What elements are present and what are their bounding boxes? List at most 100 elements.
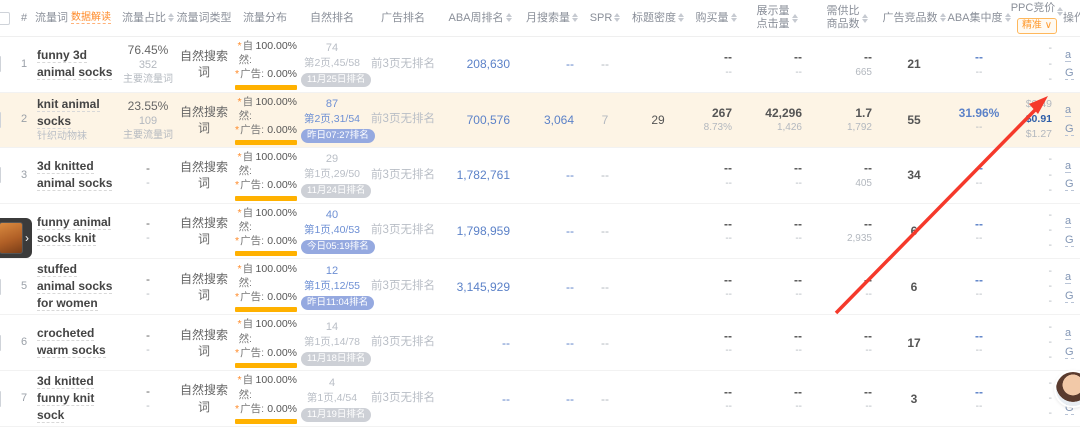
traffic-type: 自然搜索词 (176, 213, 232, 249)
keyword-link[interactable]: stuffed animal socks for women (37, 262, 112, 311)
google-trends-link[interactable]: G (1065, 346, 1074, 359)
sort-icon[interactable] (940, 13, 946, 22)
google-trends-link[interactable]: G (1065, 178, 1074, 191)
rank-time-badge: 11月24日排名 (301, 184, 371, 198)
dist-ad-label: *广告: (235, 178, 264, 192)
col-supply-demand[interactable]: 需供比商品数 (812, 3, 882, 32)
amazon-search-link[interactable]: a (1065, 49, 1071, 62)
ad-competitor-count: 17 (882, 333, 946, 353)
share-percent: 23.55% (123, 98, 173, 114)
row-index: 7 (14, 389, 34, 408)
row-checkbox[interactable] (0, 56, 1, 72)
col-purchase[interactable]: 购买量 (690, 10, 742, 27)
col-title-density[interactable]: 标题密度 (626, 10, 690, 27)
keyword-link[interactable]: 3d knitted funny knit sock (37, 374, 94, 423)
row-index: 6 (14, 333, 34, 352)
rank-page: 第1页,14/78 (301, 335, 363, 349)
ppc-exact-filter-dropdown[interactable]: 精准 ∨ (1017, 18, 1057, 34)
share-percent: - (123, 215, 173, 231)
keyword-link[interactable]: funny animal socks knit (37, 215, 111, 247)
select-all-checkbox[interactable] (0, 12, 10, 25)
keyword-link[interactable]: crocheted warm socks (37, 326, 106, 358)
title-density (626, 229, 690, 233)
col-spr-label: SPR (590, 12, 613, 25)
sort-icon[interactable] (1005, 13, 1011, 22)
impressions: 42,296 (745, 105, 802, 121)
traffic-distribution-cell: *自然:100.00% *广告:0.00% (232, 204, 298, 259)
rank-number: 40 (301, 208, 363, 223)
col-aba-rank[interactable]: ABA周排名 (440, 10, 520, 27)
share-count: 352 (123, 58, 173, 73)
spr-value: 7 (584, 110, 626, 130)
amazon-search-link[interactable]: a (1065, 327, 1071, 340)
purchase-count: 267 (693, 105, 732, 121)
ppc-high: - (1015, 294, 1052, 309)
impressions: -- (745, 49, 802, 65)
sort-icon[interactable] (731, 13, 737, 22)
table-row: 4 funny animal socks knit - - 自然搜索词 *自然:… (0, 204, 1080, 260)
keyword-link[interactable]: knit animal socks (37, 97, 100, 129)
traffic-share-cell: - - (120, 381, 176, 416)
sort-icon[interactable] (678, 13, 684, 22)
sort-icon[interactable] (862, 14, 868, 23)
header-checkbox-cell (0, 10, 14, 27)
concentration-sub: -- (949, 121, 1009, 135)
ad-competitor-count: 6 (882, 221, 946, 241)
col-spr[interactable]: SPR (584, 10, 626, 27)
row-checkbox[interactable] (0, 279, 1, 295)
ppc-low: - (1015, 264, 1052, 279)
sort-icon[interactable] (792, 14, 798, 23)
sort-icon[interactable] (614, 13, 620, 22)
google-trends-link[interactable]: G (1065, 290, 1074, 303)
aba-weekly-rank-link[interactable]: 1,798,959 (440, 221, 520, 241)
sort-icon[interactable] (506, 13, 512, 22)
sort-icon[interactable] (572, 13, 578, 22)
col-ppc-bid[interactable]: PPC竞价 精准 ∨ (1012, 0, 1062, 36)
title-density (626, 341, 690, 345)
share-percent: - (123, 383, 173, 399)
supply-demand-cell: 1.7 1,792 (812, 103, 882, 137)
aba-weekly-rank-link[interactable]: 3,145,929 (440, 277, 520, 297)
keyword-link[interactable]: 3d knitted animal socks (37, 159, 112, 191)
amazon-search-link[interactable]: a (1065, 271, 1071, 284)
amazon-search-link[interactable]: a (1065, 104, 1071, 117)
google-trends-link[interactable]: G (1065, 67, 1074, 80)
aba-weekly-rank-link[interactable]: 1,782,761 (440, 165, 520, 185)
aba-weekly-rank-link[interactable]: 700,576 (440, 110, 520, 130)
row-checkbox[interactable] (0, 335, 1, 351)
sort-icon[interactable] (168, 13, 174, 22)
keyword-link[interactable]: funny 3d animal socks (37, 48, 112, 80)
row-checkbox[interactable] (0, 112, 1, 128)
google-trends-link[interactable]: G (1065, 234, 1074, 247)
row-checkbox[interactable] (0, 391, 1, 407)
col-ad-competitors[interactable]: 广告竞品数 (882, 10, 946, 27)
google-trends-link[interactable]: G (1065, 123, 1074, 136)
purchase-cell: -- -- (690, 47, 742, 81)
amazon-search-link[interactable]: a (1065, 215, 1071, 228)
distribution-bar (235, 307, 297, 312)
data-insight-link[interactable]: 数据解读 (71, 12, 111, 25)
ppc-bid-cell: - - - (1012, 39, 1062, 89)
clicks: -- (745, 232, 802, 246)
aba-weekly-rank-link[interactable]: 208,630 (440, 54, 520, 74)
col-monthly-search[interactable]: 月搜索量 (520, 10, 584, 27)
row-checkbox[interactable] (0, 167, 1, 183)
aba-weekly-rank-link[interactable]: -- (440, 389, 520, 409)
spr-value: -- (584, 389, 626, 409)
action-cell: a G (1062, 266, 1080, 307)
dist-ad-label: *广告: (235, 123, 264, 137)
aba-weekly-rank-link[interactable]: -- (440, 333, 520, 353)
rank-number: 29 (301, 152, 363, 167)
supply-demand-cell: -- -- (812, 382, 882, 416)
col-aba-concentration[interactable]: ABA集中度 (946, 10, 1012, 27)
col-share[interactable]: 流量占比 (120, 10, 176, 27)
col-impressions-clicks[interactable]: 展示量点击量 (742, 3, 812, 32)
product-drawer-handle[interactable]: › (0, 218, 32, 258)
amazon-search-link[interactable]: a (1065, 160, 1071, 173)
rank-number: 14 (301, 320, 363, 335)
product-count: -- (815, 288, 872, 302)
col-index: # (14, 10, 34, 27)
ppc-high: - (1015, 350, 1052, 365)
purchase-count: -- (693, 216, 732, 232)
ppc-low: - (1015, 320, 1052, 335)
